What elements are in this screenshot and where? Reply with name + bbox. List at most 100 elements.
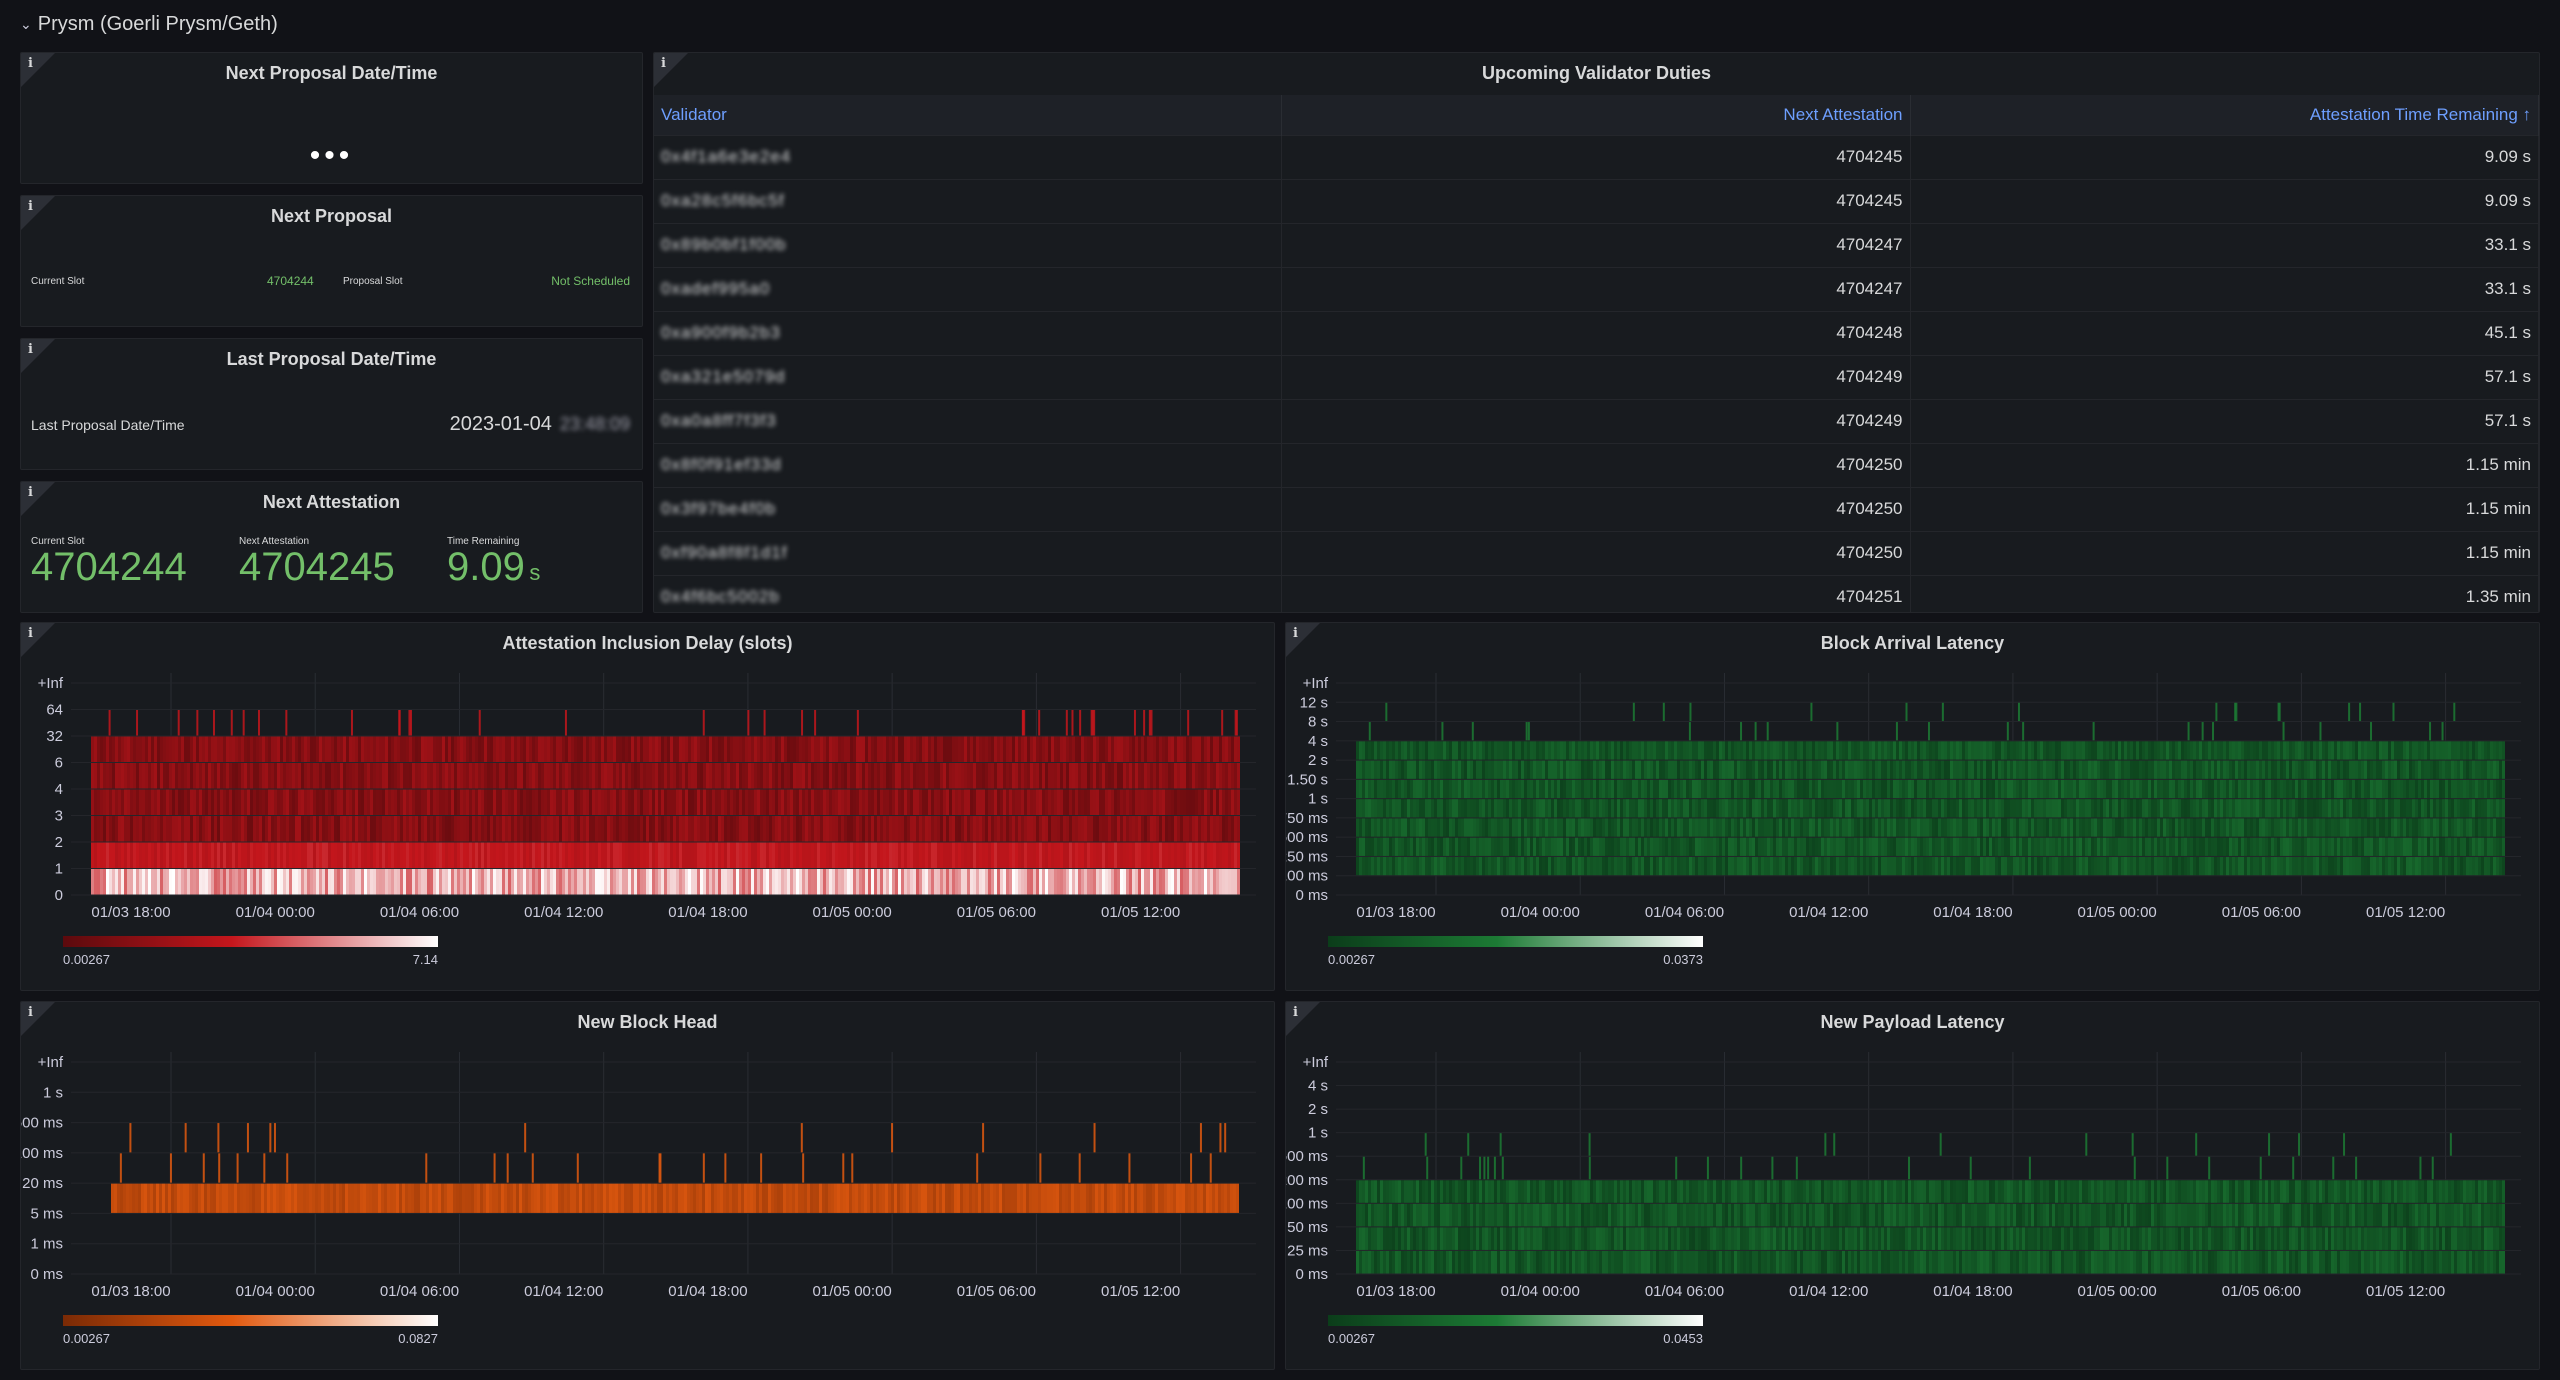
table-row[interactable]: 0xa0a8ff7f3f3 4704249 57.1 s [654, 398, 2539, 443]
heatmap-cell [1980, 837, 1983, 856]
heatmap-cell [556, 842, 559, 868]
heatmap-cell [1845, 818, 1848, 837]
panel-title[interactable]: Next Proposal Date/Time [21, 63, 642, 84]
heatmap-cell [589, 869, 592, 895]
heatmap-cell [1192, 736, 1195, 762]
heatmap-cell [598, 763, 601, 789]
heatmap-cell [1371, 760, 1374, 779]
table-row[interactable]: 0xf90a8f8f1d1f 4704250 1.15 min [654, 530, 2539, 575]
table-row[interactable]: 0x8f0f91ef33d 4704250 1.15 min [654, 442, 2539, 487]
heatmap-cell [763, 710, 766, 736]
heatmap-cell [178, 763, 181, 789]
heatmap-cell [1797, 779, 1800, 799]
heatmap-cell [1578, 856, 1581, 876]
heatmap-cell [178, 736, 181, 762]
heatmap-cell [2370, 760, 2373, 779]
heatmap-cell [1572, 760, 1575, 779]
chevron-down-icon[interactable]: ⌄ [20, 16, 32, 33]
heatmap-cell [397, 842, 400, 868]
heatmap-cell [1036, 789, 1039, 815]
heatmap-cell [2001, 760, 2004, 779]
panel-title[interactable]: Last Proposal Date/Time [21, 349, 642, 370]
heatmap-cell [1671, 741, 1674, 760]
panel-title[interactable]: Next Attestation [21, 492, 642, 513]
table-row[interactable]: 0xa321e5079d 4704249 57.1 s [654, 354, 2539, 399]
heatmap-chart[interactable]: +Inf12 s8 s4 s2 s1.50 s1 s750 ms500 ms25… [1286, 623, 2540, 991]
heatmap-cell [934, 869, 937, 895]
heatmap-cell [242, 710, 245, 736]
heatmap-cell [1653, 799, 1656, 818]
row-header[interactable]: ⌄ Prysm (Goerli Prysm/Geth) [20, 8, 278, 40]
heatmap-cell [187, 842, 190, 868]
heatmap-cell [1566, 799, 1569, 818]
heatmap-cell [898, 763, 901, 789]
table-row[interactable]: 0x4f6bc5002b 4704251 1.35 min [654, 574, 2539, 612]
heatmap-cell [376, 816, 379, 842]
table-row[interactable]: 0xa900f9b2b3 4704248 45.1 s [654, 310, 2539, 355]
heatmap-cell [370, 869, 373, 895]
heatmap-cell [703, 869, 706, 895]
heatmap-cell [229, 816, 232, 842]
heatmap-cell [373, 763, 376, 789]
heatmap-cell [1785, 741, 1788, 760]
heatmap-cell [1803, 856, 1806, 876]
heatmap-cell [373, 869, 376, 895]
panel-next-attestation[interactable]: i Next Attestation Current Slot 4704244 … [20, 481, 643, 613]
heatmap-cell [1893, 818, 1896, 837]
heatmap-cell [2100, 837, 2103, 856]
panel-next-proposal-datetime[interactable]: i Next Proposal Date/Time ••• [20, 52, 643, 184]
heatmap-cell [1926, 856, 1929, 876]
table-row[interactable]: 0x3f97be4f0b 4704250 1.15 min [654, 486, 2539, 531]
panel-title[interactable]: Next Proposal [21, 206, 642, 227]
heatmap-cell [580, 736, 583, 762]
heatmap-cell [2343, 837, 2346, 856]
heatmap-cell [1818, 760, 1821, 779]
column-header-validator[interactable]: Validator [654, 95, 1282, 135]
heatmap-cell [2076, 818, 2079, 837]
panel-last-proposal[interactable]: i Last Proposal Date/Time Last Proposal … [20, 338, 643, 470]
column-header-next-attestation[interactable]: Next Attestation [1281, 95, 1911, 135]
heatmap-cell [2394, 760, 2397, 779]
heatmap-cell [1797, 818, 1800, 837]
heatmap-cell [1569, 856, 1572, 876]
heatmap-cell [1959, 799, 1962, 818]
heatmap-cell [973, 789, 976, 815]
heatmap-cell [781, 869, 784, 895]
heatmap-cell [2019, 760, 2022, 779]
table-row[interactable]: 0xadef995a0 4704247 33.1 s [654, 266, 2539, 311]
heatmap-cell [202, 869, 205, 895]
heatmap-cell [2295, 741, 2298, 760]
heatmap-cell [1569, 799, 1572, 818]
heatmap-cell [940, 842, 943, 868]
heatmap-cell [1695, 760, 1698, 779]
table-row[interactable]: 0x4f1a6e3e2e4 4704245 9.09 s [654, 134, 2539, 179]
heatmap-cell [376, 763, 379, 789]
panel-title[interactable]: Upcoming Validator Duties [654, 63, 2539, 84]
heatmap-cell [1030, 842, 1033, 868]
heatmap-cell [487, 736, 490, 762]
table-row[interactable]: 0x89b0bf1f00b 4704247 33.1 s [654, 222, 2539, 267]
panel-validator-duties[interactable]: i Upcoming Validator Duties Validator Ne… [653, 52, 2540, 613]
column-header-time-remaining[interactable]: Attestation Time Remaining ↑ [1910, 95, 2539, 135]
heatmap-cell [1626, 818, 1629, 837]
current-slot-value: 4704244 [31, 545, 187, 589]
heatmap-cell [1207, 789, 1210, 815]
heatmap-cell [991, 789, 994, 815]
panel-attestation-inclusion-delay[interactable]: i Attestation Inclusion Delay (slots) +I… [20, 622, 1275, 991]
heatmap-cell [559, 763, 562, 789]
heatmap-cell [1566, 818, 1569, 837]
heatmap-cell [1079, 710, 1082, 736]
heatmap-chart[interactable]: +Inf643264321001/03 18:00 01/04 00:00 01/0… [21, 623, 1275, 991]
table-row[interactable]: 0xa28c5f6bc5f 4704245 9.09 s [654, 178, 2539, 223]
panel-block-arrival-latency[interactable]: i Block Arrival Latency +Inf 12 s8 s4 s2 … [1285, 622, 2540, 991]
heatmap-cell [1599, 856, 1602, 876]
heatmap-cell [1875, 779, 1878, 799]
heatmap-cell [922, 869, 925, 895]
heatmap-cell [580, 763, 583, 789]
panel-next-proposal[interactable]: i Next Proposal Current Slot 4704244 Pro… [20, 195, 643, 327]
heatmap-cell [313, 842, 316, 868]
next-attestation-value: 4704245 [239, 545, 395, 589]
heatmap-cell [1581, 741, 1584, 760]
heatmap-cell [1662, 818, 1665, 837]
heatmap-cell [181, 789, 184, 815]
